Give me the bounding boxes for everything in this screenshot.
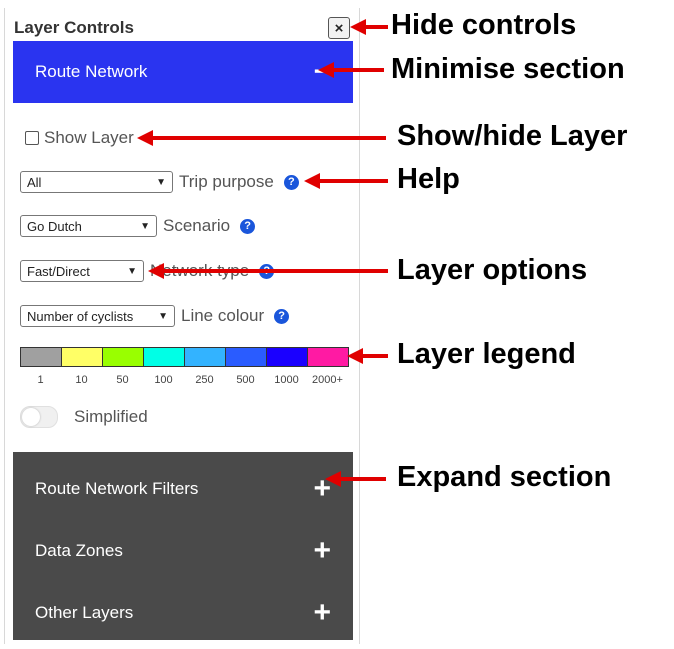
- annotation-layer-options: Layer options: [397, 254, 588, 286]
- annotation-arrows: [137, 19, 388, 487]
- annotation-expand-section: Expand section: [397, 461, 612, 493]
- annotation-minimise-section: Minimise section: [391, 53, 625, 85]
- annotation-show-hide-layer: Show/hide Layer: [397, 120, 628, 152]
- annotation-hide-controls: Hide controls: [391, 9, 577, 41]
- annotation-help: Help: [397, 163, 460, 195]
- annotation-layer-legend: Layer legend: [397, 338, 576, 370]
